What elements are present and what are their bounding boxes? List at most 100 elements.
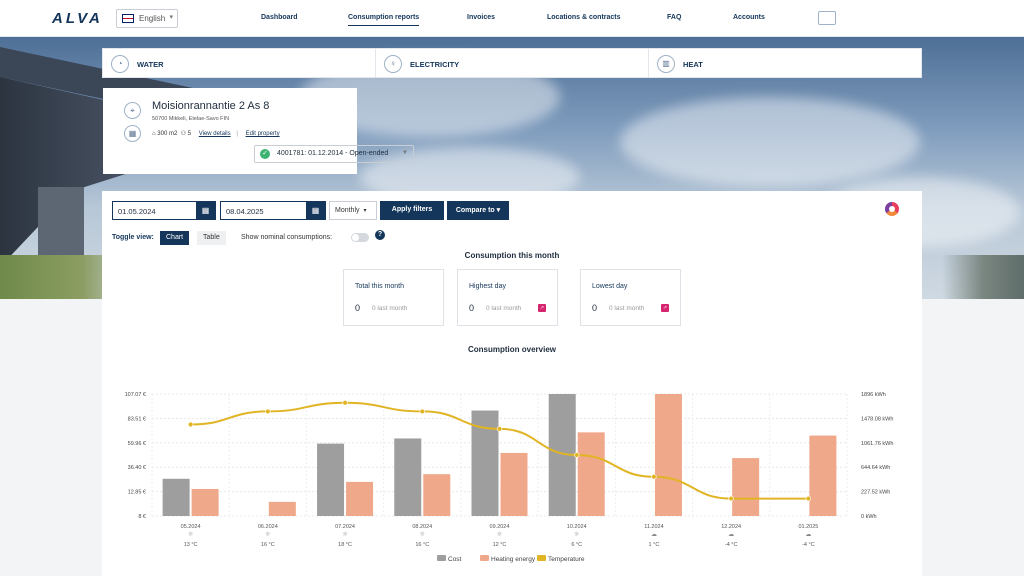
x-axis-tick: 09.2024 [490,524,510,530]
view-details-link[interactable]: View details [199,131,231,137]
edit-property-link[interactable]: Edit property [246,131,280,137]
tab-heat[interactable]: ▥ HEAT [649,49,921,77]
chevron-down-icon: ▾ [169,14,173,21]
y-axis-left-tick: 83.51 € [128,416,146,422]
utility-tabs: ◔ WATER ♀ ELECTRICITY ▥ HEAT [102,48,922,78]
user-account-icon[interactable] [818,11,836,25]
temperature-label: 18 °C [338,542,352,548]
y-axis-left-tick: 12.85 € [128,490,146,496]
temperature-label: 6 °C [571,542,582,548]
temperature-label: 12 °C [493,542,507,548]
heating-energy-bar [654,394,682,516]
y-axis-left-tick: 36.40 € [128,465,146,471]
y-axis-right-tick: 227.52 kWh [861,490,890,496]
uk-flag-icon [122,14,134,23]
legend-swatch [480,555,489,561]
nav-dashboard[interactable]: Dashboard [261,14,298,21]
sun-icon: ☼ [265,531,271,538]
y-axis-right-tick: 1896 kWh [861,392,886,398]
sun-icon: ☼ [420,531,426,538]
heating-energy-bar [577,432,605,516]
nav-accounts[interactable]: Accounts [733,14,765,21]
temperature-label: -4 °C [802,542,815,548]
property-residents: 5 [187,131,192,137]
temperature-label: -4 °C [725,542,738,548]
temperature-point [187,421,194,428]
sun-icon: ☼ [574,531,580,538]
y-axis-right-tick: 1061.76 kWh [861,441,893,447]
cost-bar [162,478,190,516]
legend-label: Heating energy [491,556,536,563]
cloud-icon: ☁ [728,531,734,538]
nav-locations-contracts[interactable]: Locations & contracts [547,14,621,21]
y-axis-right-tick: 0 kWh [861,514,877,520]
temperature-point [728,495,734,502]
cloud-icon: ☁ [805,531,811,538]
language-select[interactable]: English ▾ [116,9,178,28]
y-axis-left-tick: 107.07 € [125,392,146,398]
y-axis-left-tick: 8 € [138,514,146,520]
legend-label: Temperature [548,556,585,563]
temperature-point [265,408,271,415]
sun-icon: ☼ [497,531,503,538]
tab-water[interactable]: ◔ WATER [103,49,376,77]
legend-swatch [437,555,446,561]
house-icon: ⌂ [152,131,156,137]
x-axis-tick: 08.2024 [412,524,432,530]
property-area: 300 m2 [157,131,178,137]
property-address: Moisionrannantie 2 As 8 [152,100,270,112]
temperature-point [651,474,657,480]
location-pin-icon: ⌖ [124,102,141,119]
cost-bar [394,438,422,516]
consumption-overview-chart: 107.07 € 83.51 € 59.96 € 36.40 € 12.85 € 8 € 1… [125,392,894,563]
x-axis-tick: 12.2024 [721,524,741,530]
consumption-panel: 01.05.2024 ▦ 08.04.2025 ▦ Monthly ▾ Appl… [102,191,922,576]
nav-faq[interactable]: FAQ [667,14,681,21]
temperature-point [419,408,425,415]
x-axis-tick: 06.2024 [258,524,278,530]
legend-label: Cost [448,556,462,563]
contract-label: 4001781: 01.12.2014 - Open-ended [277,150,389,157]
lightbulb-icon: ♀ [384,55,402,73]
radiator-icon: ▥ [657,55,675,73]
nav-consumption-reports[interactable]: Consumption reports [348,14,420,26]
y-axis-right-tick: 644.64 kWh [861,465,890,471]
cost-bar [317,443,345,516]
y-axis-left-tick: 59.96 € [128,441,146,447]
temperature-label: 16 °C [415,542,429,548]
people-icon: ⚇ [180,131,187,137]
temperature-point [805,495,812,502]
legend-swatch [537,555,546,561]
property-meta: ⌂ 300 m2 ⚇ 5 View details | Edit propert… [152,131,280,137]
x-axis-tick: 10.2024 [567,524,587,530]
language-label: English [139,14,166,23]
heating-energy-bar [346,481,374,516]
cloud-icon: ☁ [651,531,657,538]
sun-icon: ☼ [188,531,194,538]
x-axis-tick: 01.2025 [798,524,818,530]
heating-energy-bar [268,501,296,516]
water-drop-icon: ◔ [111,55,129,73]
temperature-line [190,401,809,500]
temperature-point [342,400,348,406]
temperature-point [496,426,503,432]
chevron-down-icon: ▼ [402,150,408,156]
temperature-label: 1 °C [649,542,660,548]
contract-select[interactable]: ✓ 4001781: 01.12.2014 - Open-ended ▼ [254,145,414,163]
heating-energy-bar [500,452,528,516]
heating-energy-bar [423,474,451,516]
top-navigation-bar: ALVA English ▾ Dashboard Consumption rep… [0,0,1024,37]
tab-electricity[interactable]: ♀ ELECTRICITY [376,49,649,77]
check-circle-icon: ✓ [260,149,270,159]
heating-energy-bar [732,458,760,516]
nav-invoices[interactable]: Invoices [467,14,495,21]
x-axis-tick: 07.2024 [335,524,355,530]
temperature-point [574,452,580,458]
x-axis-tick: 11.2024 [644,524,663,530]
building-icon: ▦ [124,125,141,142]
property-card: ⌖ ▦ Moisionrannantie 2 As 8 50700 Mikkel… [103,88,414,174]
property-city: 50700 Mikkeli, Etelae-Savo FIN [152,116,230,122]
temperature-label: 16 °C [261,542,275,548]
alva-logo[interactable]: ALVA [52,10,103,27]
y-axis-right-tick: 1478.08 kWh [861,416,893,422]
